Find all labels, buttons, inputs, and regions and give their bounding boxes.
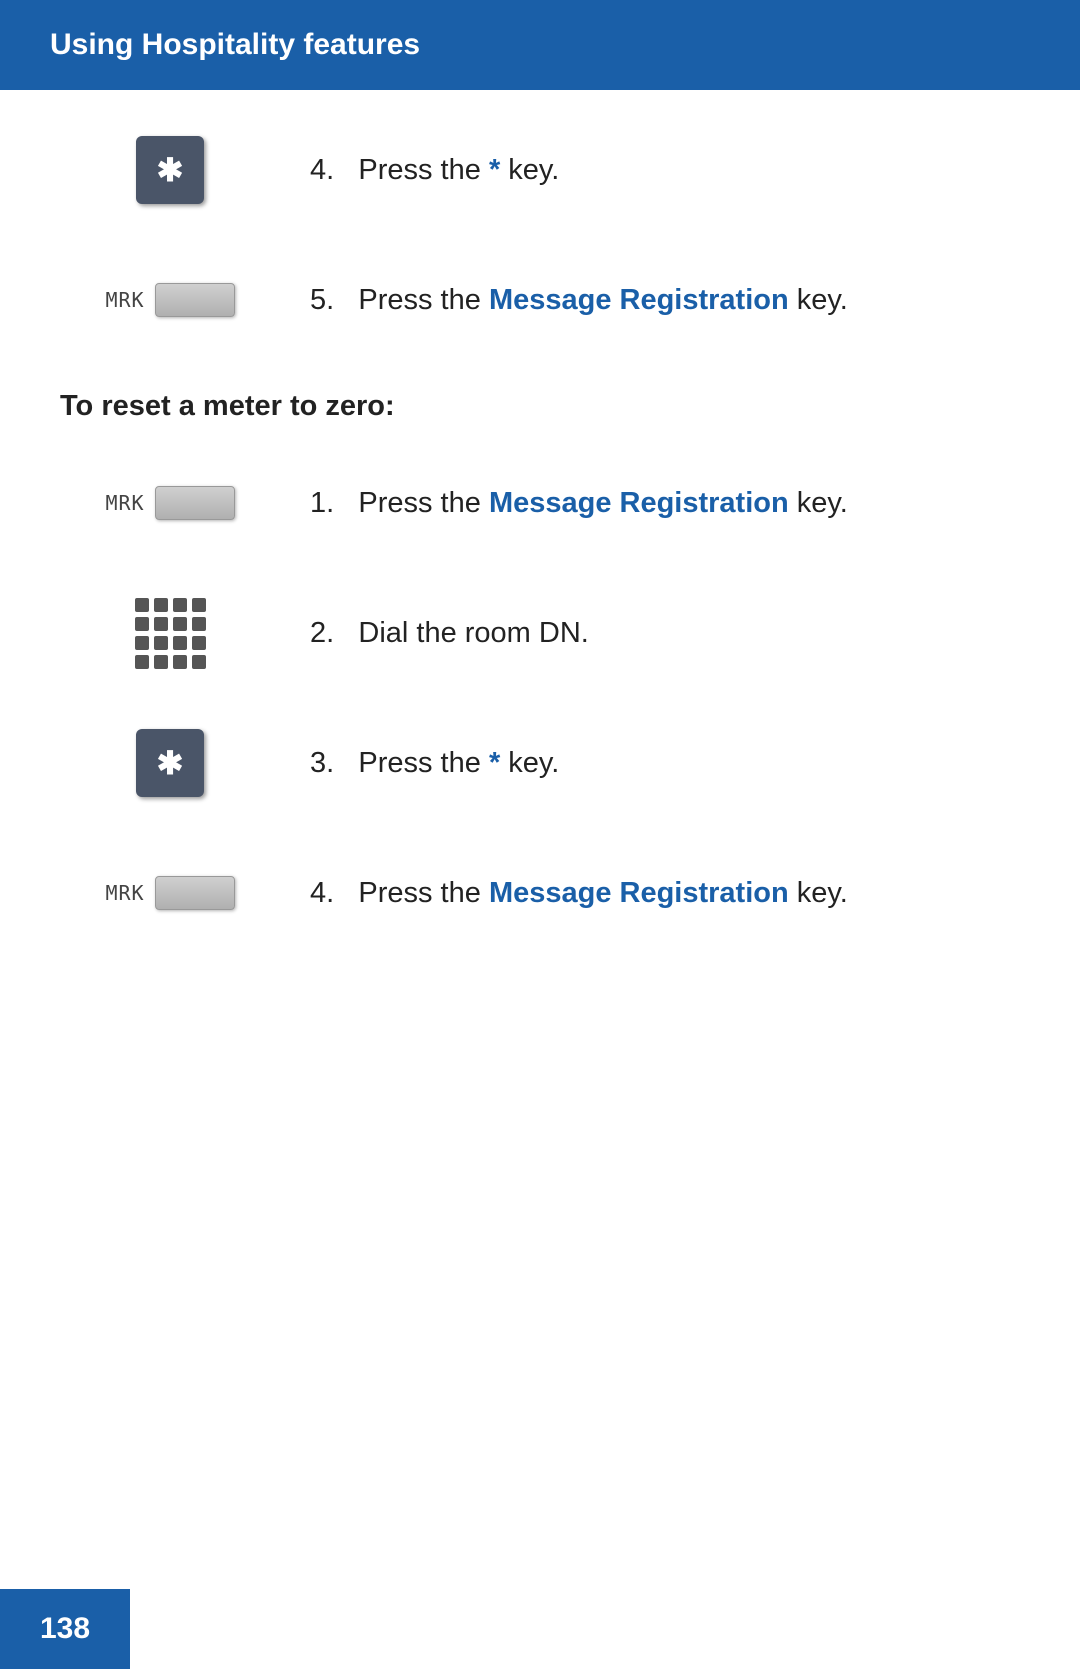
step-4-star-link: * [489,154,500,186]
reset-step-2-text: 2. Dial the room DN. [280,617,1020,650]
reset-step-2-row: 2. Dial the room DN. [60,593,1020,673]
reset-step-4-after: key. [789,877,848,909]
star-key-icon-area-r3: ✱ [60,729,280,797]
step-5-before: Press the [358,284,489,316]
reset-step-3-star: * [489,747,500,779]
reset-step-3-text: 3. Press the * key. [280,747,1020,780]
header-bar: Using Hospitality features [0,0,1080,90]
mrk-group-r1: MRK [105,486,234,520]
keypad-grid-icon [135,598,206,669]
page-number: 138 [40,1612,90,1646]
step-4-after: key. [500,154,559,186]
mrk-label-5: MRK [105,288,144,312]
step-4-text: 4. Press the * key. [280,154,1020,187]
main-content: ✱ 4. Press the * key. MRK 5. Press the M… [0,130,1080,933]
reset-step-3-before: Press the [358,747,489,779]
star-key-icon-r3: ✱ [136,729,204,797]
mrk-key-icon-area-5: MRK [60,283,280,317]
reset-step-1-before: Press the [358,487,489,519]
reset-step-3-row: ✱ 3. Press the * key. [60,723,1020,803]
step-4-number: 4. [310,154,350,186]
reset-step-4-number: 4. [310,877,350,909]
mrk-key-icon-area-r1: MRK [60,486,280,520]
step-5-highlight: Message Registration [489,284,789,316]
reset-step-4-text: 4. Press the Message Registration key. [280,877,1020,910]
mrk-key-icon-area-r4: MRK [60,876,280,910]
mrk-button-r4 [155,876,235,910]
reset-step-2-content: Dial the room DN. [358,617,588,649]
step-4-row: ✱ 4. Press the * key. [60,130,1020,210]
mrk-label-r1: MRK [105,491,144,515]
keypad-icon-area [60,598,280,669]
step-5-number: 5. [310,284,350,316]
reset-step-4-before: Press the [358,877,489,909]
reset-step-3-after: key. [500,747,559,779]
reset-step-3-number: 3. [310,747,350,779]
section-heading: To reset a meter to zero: [60,390,1020,423]
footer: 138 [0,1589,130,1669]
mrk-button-5 [155,283,235,317]
step-5-row: MRK 5. Press the Message Registration ke… [60,260,1020,340]
star-key-icon: ✱ [136,136,204,204]
step-5-text: 5. Press the Message Registration key. [280,284,1020,317]
mrk-group-r4: MRK [105,876,234,910]
page-title: Using Hospitality features [50,28,420,61]
mrk-group-5: MRK [105,283,234,317]
reset-step-1-highlight: Message Registration [489,487,789,519]
reset-step-1-text: 1. Press the Message Registration key. [280,487,1020,520]
reset-step-1-after: key. [789,487,848,519]
step-5-after: key. [789,284,848,316]
mrk-button-r1 [155,486,235,520]
reset-step-2-number: 2. [310,617,350,649]
reset-step-1-row: MRK 1. Press the Message Registration ke… [60,463,1020,543]
mrk-label-r4: MRK [105,881,144,905]
reset-step-4-highlight: Message Registration [489,877,789,909]
step-4-before: Press the [358,154,489,186]
reset-step-4-row: MRK 4. Press the Message Registration ke… [60,853,1020,933]
star-key-icon-area: ✱ [60,136,280,204]
reset-step-1-number: 1. [310,487,350,519]
